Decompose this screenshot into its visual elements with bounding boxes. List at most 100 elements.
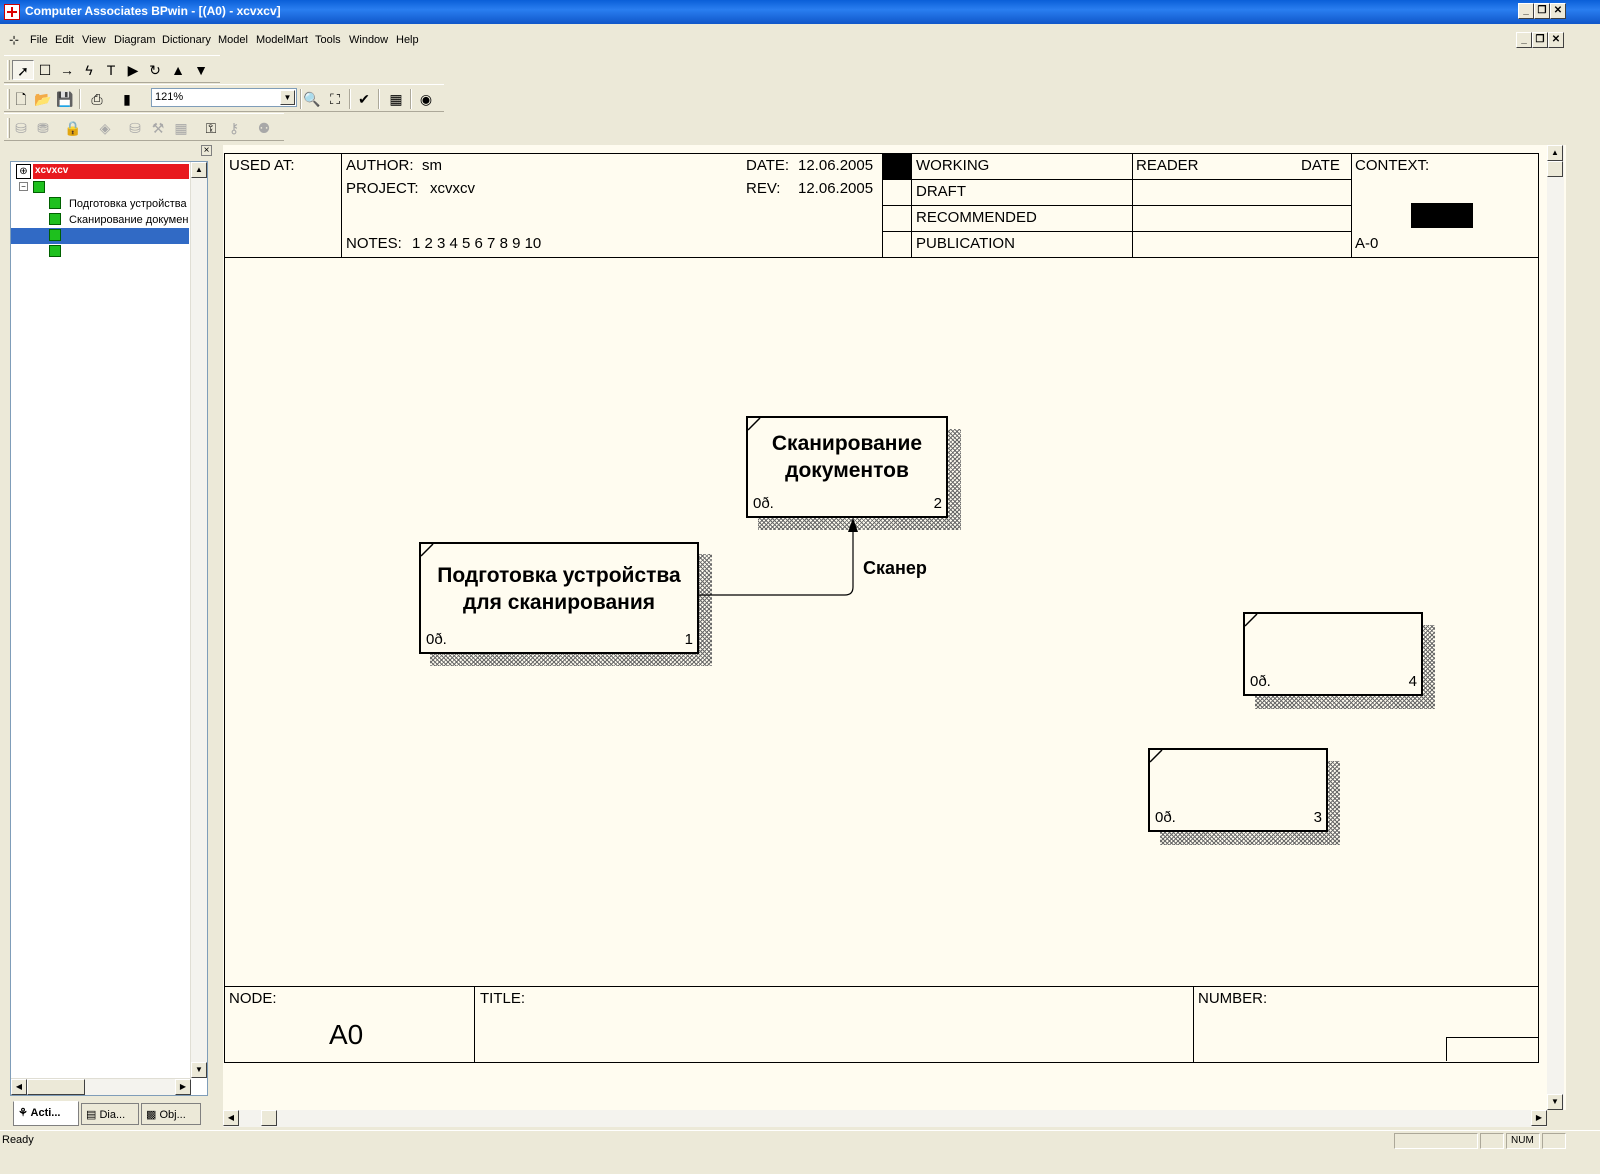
save-to-mart-icon[interactable]: ⛁ xyxy=(124,118,146,138)
security-icon[interactable]: ⚷ xyxy=(223,118,245,138)
tree-item-label: Сканирование докумен xyxy=(69,214,189,226)
go-up-icon[interactable]: ▲ xyxy=(167,60,189,80)
diagram-canvas[interactable]: USED AT: AUTHOR: sm PROJECT: xcvxcv DATE… xyxy=(223,145,1566,1110)
arrow-scanner-path[interactable] xyxy=(699,526,854,596)
model-icon: ⊕ xyxy=(16,164,31,179)
objects-tab-icon: ▩ xyxy=(146,1109,157,1121)
tree-item[interactable]: Сканирование докумен xyxy=(11,212,189,228)
new-file-icon[interactable]: 🗋 xyxy=(10,89,32,109)
minimize-button[interactable]: _ xyxy=(1518,3,1534,19)
tree-root-label: xcvxcv xyxy=(33,164,189,179)
title-label: TITLE: xyxy=(480,990,526,1007)
text-tool-icon[interactable]: T xyxy=(100,60,122,80)
menu-edit[interactable]: Edit xyxy=(55,34,74,46)
model-explorer-icon[interactable]: ▦ xyxy=(385,89,407,109)
merge-icon[interactable]: ⚒ xyxy=(147,118,169,138)
app-icon[interactable] xyxy=(4,4,20,20)
menu-diagram[interactable]: Diagram xyxy=(114,34,156,46)
collapse-icon[interactable]: − xyxy=(19,182,28,191)
go-to-child-icon[interactable]: ▶ xyxy=(122,60,144,80)
diagram-footer: NODE: A0 TITLE: NUMBER: xyxy=(225,986,1538,1062)
document-icon[interactable]: ⊹ xyxy=(9,33,25,47)
menu-modelmart[interactable]: ModelMart xyxy=(256,34,308,46)
tree-root[interactable]: ⊕ xcvxcv xyxy=(11,164,189,180)
arrow-label-scanner[interactable]: Сканер xyxy=(863,558,927,579)
go-back-icon[interactable]: ↻ xyxy=(144,60,166,80)
tab-diagrams[interactable]: ▤ Dia... xyxy=(81,1103,139,1125)
menu-model[interactable]: Model xyxy=(218,34,248,46)
squiggle-tool-icon[interactable]: ϟ xyxy=(78,60,100,80)
tree-horizontal-scrollbar[interactable]: ◀ ▶ xyxy=(11,1078,191,1095)
tab-activities[interactable]: ⚘ Acti... xyxy=(13,1101,79,1126)
scroll-thumb[interactable] xyxy=(1547,161,1563,177)
scroll-thumb[interactable] xyxy=(27,1079,85,1095)
connect-icon[interactable]: ⛁ xyxy=(10,118,32,138)
open-folder-icon[interactable]: 📂 xyxy=(32,89,54,109)
scroll-right-icon[interactable]: ▶ xyxy=(175,1079,191,1095)
diagram-horizontal-scrollbar[interactable]: ◀ ▶ xyxy=(223,1110,1547,1127)
spell-check-icon[interactable]: ✔ xyxy=(353,89,375,109)
tree-item[interactable] xyxy=(11,244,189,260)
toolbar-grip[interactable] xyxy=(7,60,10,80)
scroll-thumb[interactable] xyxy=(261,1110,277,1126)
grid-icon[interactable]: ▦ xyxy=(170,118,192,138)
model-mart-icon[interactable]: ◉ xyxy=(415,89,437,109)
menu-help[interactable]: Help xyxy=(396,34,419,46)
scroll-right-icon[interactable]: ▶ xyxy=(1531,1110,1547,1126)
activity-node-icon xyxy=(49,229,61,241)
num-lock-indicator: NUM xyxy=(1506,1133,1540,1149)
number-subfield[interactable] xyxy=(1446,1037,1538,1061)
tree-item-selected[interactable] xyxy=(11,228,189,244)
menu-dictionary[interactable]: Dictionary xyxy=(162,34,211,46)
mdi-restore-button[interactable]: ❐ xyxy=(1532,32,1548,48)
tab-objects[interactable]: ▩ Obj... xyxy=(141,1103,201,1125)
close-icon[interactable]: × xyxy=(201,145,212,156)
close-button[interactable]: ✕ xyxy=(1550,3,1566,19)
chevron-down-icon[interactable]: ▼ xyxy=(280,90,295,105)
tree-vertical-scrollbar[interactable]: ▲ ▼ xyxy=(190,162,207,1078)
tree-node-a0[interactable]: − xyxy=(11,180,189,196)
tree-item[interactable]: Подготовка устройства xyxy=(11,196,189,212)
zoom-select[interactable]: 121% ▼ xyxy=(151,88,297,107)
tab-label: Acti... xyxy=(30,1107,61,1119)
scroll-down-icon[interactable]: ▼ xyxy=(1547,1094,1563,1110)
box-tool-icon[interactable]: ☐ xyxy=(34,60,56,80)
menu-tools[interactable]: Tools xyxy=(315,34,341,46)
zoom-fit-icon[interactable]: ⛶ xyxy=(324,89,346,109)
menu-bar: ⊹ File Edit View Diagram Dictionary Mode… xyxy=(0,28,1600,52)
menu-window[interactable]: Window xyxy=(349,34,388,46)
menu-view[interactable]: View xyxy=(82,34,106,46)
activity-node-icon xyxy=(49,213,61,225)
modelmart-toolbar: ⛁ ⛃ 🔒 ◈ ⛁ ⚒ ▦ ⚿ ⚷ ⚉ xyxy=(4,113,284,141)
status-text: Ready xyxy=(2,1134,34,1146)
menu-file[interactable]: File xyxy=(30,34,48,46)
status-bar: Ready NUM xyxy=(0,1130,1600,1150)
pointer-icon[interactable]: ➚ xyxy=(12,60,34,80)
standard-toolbar: 🗋 📂 💾 ⎙ ▮ 121% ▼ 🔍 ⛶ ✔ ▦ ◉ xyxy=(4,84,444,112)
go-down-icon[interactable]: ▼ xyxy=(190,60,212,80)
zoom-in-icon[interactable]: 🔍 xyxy=(301,89,323,109)
arrow-tool-icon[interactable]: → xyxy=(56,60,78,80)
save-icon[interactable]: 💾 xyxy=(54,89,76,109)
scroll-left-icon[interactable]: ◀ xyxy=(11,1079,27,1095)
diagram-vertical-scrollbar[interactable]: ▲ ▼ xyxy=(1547,145,1564,1110)
scroll-left-icon[interactable]: ◀ xyxy=(223,1110,239,1126)
print-icon[interactable]: ⎙ xyxy=(86,89,108,109)
library-icon[interactable]: ⚿ xyxy=(200,118,222,138)
users-icon[interactable]: ⚉ xyxy=(253,118,275,138)
lock-icon[interactable]: 🔒 xyxy=(62,118,84,138)
restore-button[interactable]: ❐ xyxy=(1534,3,1550,19)
color-palette-icon[interactable]: ▮ xyxy=(116,89,138,109)
mdi-minimize-button[interactable]: _ xyxy=(1516,32,1532,48)
scroll-up-icon[interactable]: ▲ xyxy=(1547,145,1563,161)
tab-label: Dia... xyxy=(99,1109,126,1121)
scroll-down-icon[interactable]: ▼ xyxy=(191,1062,207,1078)
status-panel xyxy=(1542,1133,1566,1149)
activity-node-icon xyxy=(49,245,61,257)
activity-tree[interactable]: ⊕ xcvxcv − Подготовка устройства Сканиро… xyxy=(10,161,208,1096)
diagrams-tab-icon: ▤ xyxy=(86,1109,97,1121)
mdi-close-button[interactable]: ✕ xyxy=(1548,32,1564,48)
model-icon[interactable]: ◈ xyxy=(94,118,116,138)
scroll-up-icon[interactable]: ▲ xyxy=(191,162,207,178)
disconnect-icon[interactable]: ⛃ xyxy=(32,118,54,138)
